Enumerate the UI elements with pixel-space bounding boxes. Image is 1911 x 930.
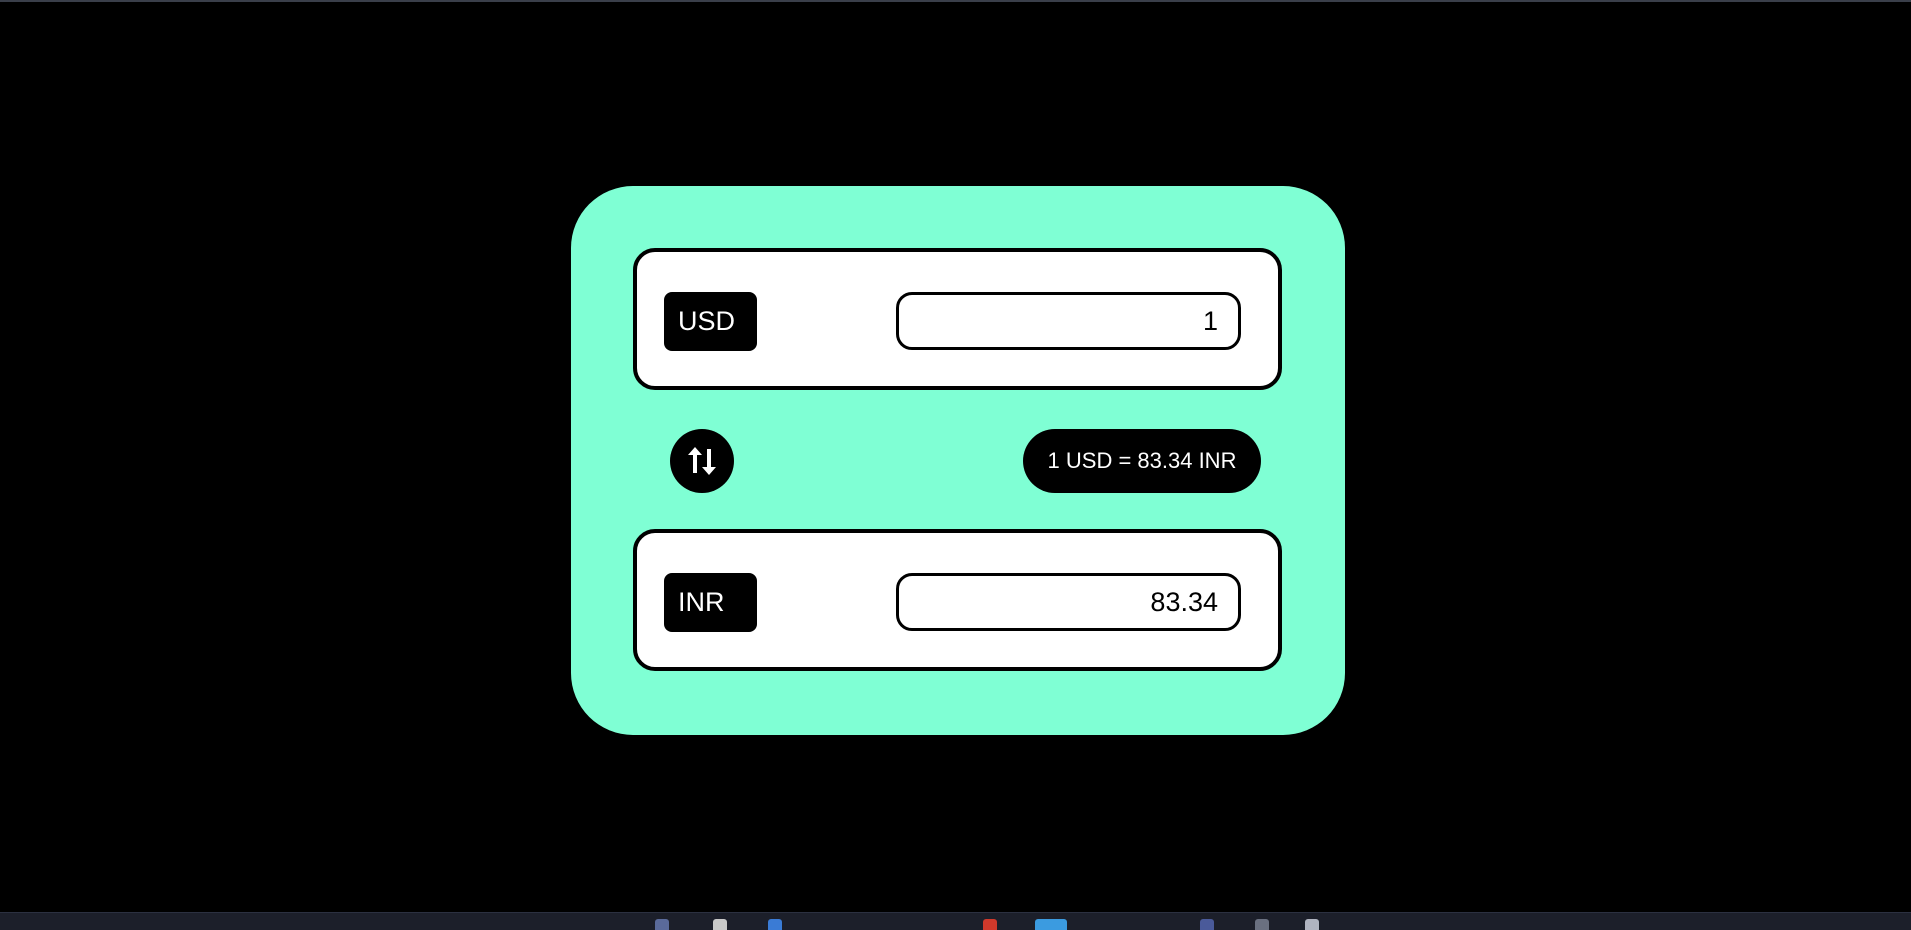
app-icon[interactable] xyxy=(1255,919,1269,930)
from-currency-panel: USD xyxy=(633,248,1282,390)
from-currency-select[interactable]: USD xyxy=(664,292,757,351)
app-icon[interactable] xyxy=(713,919,727,930)
search-icon[interactable] xyxy=(655,919,669,930)
browser-icon[interactable] xyxy=(983,919,997,930)
converter-card: USD 1 USD = 83.34 INR INR xyxy=(571,186,1345,735)
swap-vertical-icon xyxy=(688,447,716,475)
to-amount-input[interactable] xyxy=(896,573,1241,631)
page-viewport: USD 1 USD = 83.34 INR INR xyxy=(0,2,1911,912)
app-icon[interactable] xyxy=(768,919,782,930)
app-icon[interactable] xyxy=(1200,919,1214,930)
swap-button[interactable] xyxy=(670,429,734,493)
app-icon[interactable] xyxy=(1035,919,1067,930)
taskbar xyxy=(0,912,1911,930)
to-currency-panel: INR xyxy=(633,529,1282,671)
app-icon[interactable] xyxy=(1305,919,1319,930)
exchange-rate-label: 1 USD = 83.34 INR xyxy=(1023,429,1261,493)
to-currency-select[interactable]: INR xyxy=(664,573,757,632)
from-amount-input[interactable] xyxy=(896,292,1241,350)
